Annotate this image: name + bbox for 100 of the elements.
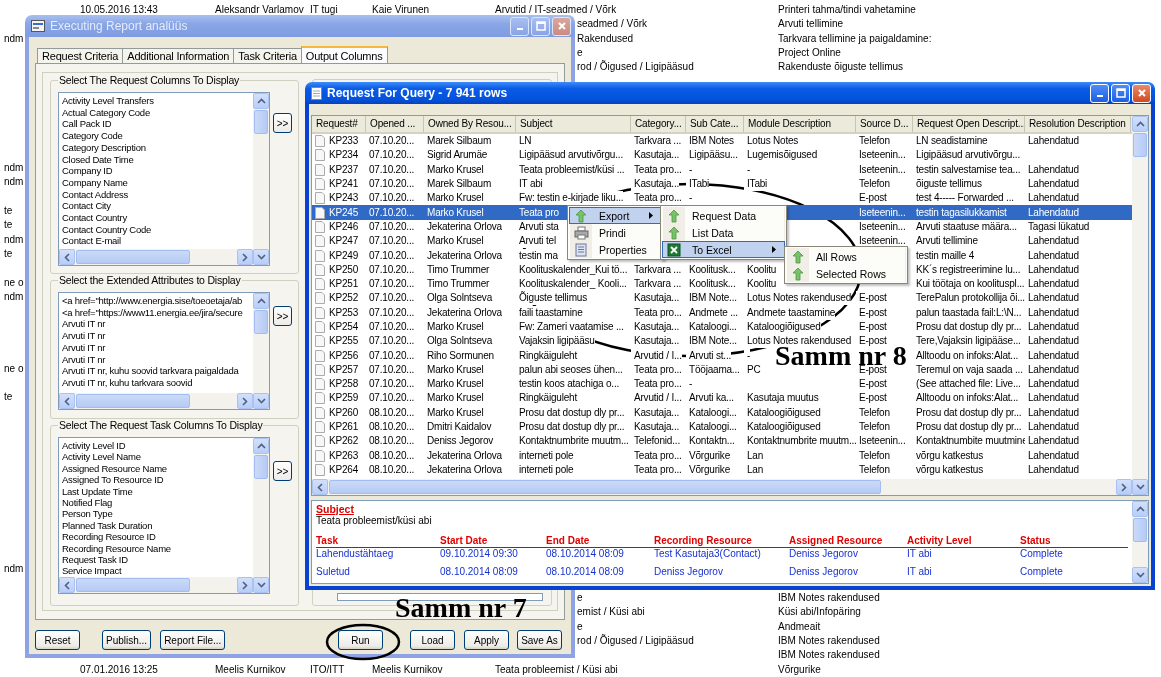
- horizontal-scrollbar[interactable]: [59, 577, 253, 593]
- vertical-scrollbar[interactable]: [1132, 501, 1148, 583]
- dialog-button[interactable]: Load: [410, 630, 455, 650]
- tab[interactable]: Request Criteria: [37, 48, 124, 63]
- horizontal-scrollbar[interactable]: [312, 479, 1132, 495]
- list-item[interactable]: Category Code: [62, 130, 250, 142]
- dialog-button[interactable]: Apply: [464, 630, 509, 650]
- list-item[interactable]: Person Type: [62, 508, 250, 520]
- menu-item[interactable]: All Rows: [786, 248, 906, 265]
- tab[interactable]: Output Columns: [300, 46, 388, 63]
- scrollbar-thumb[interactable]: [1133, 133, 1147, 157]
- table-cell: Kataloogi...: [686, 420, 737, 435]
- menu-item[interactable]: To Excel: [662, 241, 785, 258]
- vertical-scrollbar[interactable]: [253, 293, 269, 409]
- horizontal-scrollbar[interactable]: [59, 393, 253, 409]
- list-item[interactable]: Contact E-mail: [62, 235, 250, 248]
- list-item[interactable]: Notified Flag: [62, 497, 250, 509]
- scrollbar-thumb[interactable]: [254, 310, 268, 334]
- scrollbar-thumb[interactable]: [254, 110, 268, 134]
- list-item[interactable]: Call Pack ID: [62, 118, 250, 131]
- scrollbar-thumb[interactable]: [76, 250, 190, 264]
- list-item[interactable]: Contact City: [62, 200, 250, 213]
- list-item[interactable]: Assigned Resource Name: [62, 462, 250, 475]
- dialog-button[interactable]: Run: [338, 630, 383, 650]
- column-header[interactable]: Request Open Descript...: [913, 116, 1025, 132]
- list-item[interactable]: Arvuti IT nr: [62, 341, 250, 354]
- scrollbar-thumb[interactable]: [329, 480, 882, 494]
- table-cell: testin ma: [516, 248, 558, 263]
- horizontal-scrollbar[interactable]: [59, 249, 253, 265]
- list-text: ne o: [4, 275, 24, 290]
- list-item[interactable]: <a href="http://www.energia.sise/toeoetaja/ab: [62, 295, 250, 307]
- menu-item[interactable]: Export: [569, 207, 662, 224]
- dialog-button[interactable]: Report File...: [160, 630, 226, 650]
- list-text: 07.01.2016 13:25: [80, 662, 158, 677]
- list-item[interactable]: Contact Country Code: [62, 223, 250, 236]
- table-cell: E-post: [856, 320, 887, 334]
- vertical-scrollbar[interactable]: [1132, 116, 1148, 495]
- list-item[interactable]: Last Update Time: [62, 485, 250, 498]
- list-item[interactable]: Arvuti IT nr, kuhu soovid tarkvara paigaldada: [62, 365, 250, 377]
- list-item[interactable]: Assigned To Resource ID: [62, 474, 250, 486]
- list-item[interactable]: Request Task ID: [62, 554, 250, 566]
- menu-label: Selected Rows: [815, 267, 888, 280]
- list-box[interactable]: [58, 92, 270, 266]
- add-button[interactable]: >>: [273, 306, 292, 326]
- column-header[interactable]: Subject: [516, 116, 631, 132]
- vertical-scrollbar[interactable]: [253, 93, 269, 265]
- list-item[interactable]: Recording Resource ID: [62, 531, 250, 543]
- list-item[interactable]: Activity Level ID: [62, 440, 250, 452]
- column-header[interactable]: Resolution Description: [1025, 116, 1131, 132]
- list-item[interactable]: Actual Category Code: [62, 106, 250, 119]
- scrollbar-thumb[interactable]: [76, 578, 190, 592]
- column-header[interactable]: Opened ...: [366, 116, 424, 132]
- list-item[interactable]: Contact Address: [62, 188, 250, 201]
- list-item[interactable]: Activity Level Transfers: [62, 95, 250, 107]
- column-header[interactable]: Category...: [631, 116, 686, 132]
- list-item[interactable]: <a href="https://www11.energia.ee/jira/secure: [62, 306, 250, 319]
- list-item[interactable]: Service Impact: [62, 565, 250, 577]
- column-header[interactable]: Source D...: [856, 116, 913, 132]
- scrollbar-thumb[interactable]: [254, 455, 268, 479]
- table-cell: Lotus Notes rakendused: [744, 291, 851, 306]
- list-item[interactable]: Closed Date Time: [62, 153, 250, 166]
- list-item[interactable]: Contact Country: [62, 212, 250, 224]
- scroll-up-icon: [256, 443, 266, 449]
- list-item[interactable]: Arvuti IT nr: [62, 318, 250, 331]
- list-item[interactable]: Arvuti IT nr, kuhu tarkvara soovid: [62, 376, 250, 389]
- column-header[interactable]: Request#: [312, 116, 366, 132]
- list-item[interactable]: Arvuti IT nr: [62, 353, 250, 366]
- add-button[interactable]: >>: [273, 113, 292, 133]
- list-item[interactable]: Company ID: [62, 165, 250, 177]
- column-header[interactable]: Owned By Resou...: [424, 116, 516, 132]
- table-cell-text: KP245: [328, 205, 359, 220]
- list-box[interactable]: [58, 437, 270, 594]
- vertical-scrollbar[interactable]: [253, 438, 269, 593]
- menu-item[interactable]: Selected Rows: [786, 265, 906, 282]
- table-cell: palun taastada fail:L:\N...: [913, 305, 1022, 320]
- add-button[interactable]: >>: [273, 461, 292, 481]
- task-cell: Complete: [1020, 566, 1063, 578]
- tab[interactable]: Additional Information: [122, 48, 235, 63]
- dialog-button[interactable]: Reset: [35, 630, 80, 650]
- column-header[interactable]: Sub Cate...: [686, 116, 744, 132]
- list-box[interactable]: [337, 593, 543, 601]
- menu-label: To Excel: [691, 243, 733, 256]
- menu-item[interactable]: List Data: [662, 224, 785, 241]
- list-item[interactable]: Arvuti IT nr: [62, 330, 250, 342]
- list-text: rod / Õigused / Ligipääsud: [577, 634, 694, 649]
- tab[interactable]: Task Criteria: [233, 48, 302, 63]
- task-cell: Complete: [1020, 548, 1063, 560]
- list-item[interactable]: Recording Resource Name: [62, 542, 250, 555]
- scrollbar-thumb[interactable]: [76, 394, 190, 408]
- column-header[interactable]: Module Description: [744, 116, 856, 132]
- list-box[interactable]: [58, 292, 270, 410]
- dialog-button[interactable]: Publish...: [102, 630, 152, 650]
- list-item[interactable]: Company Name: [62, 176, 250, 189]
- scrollbar-thumb[interactable]: [1133, 518, 1147, 542]
- list-item[interactable]: Category Description: [62, 141, 250, 154]
- table-cell: Ligipääsud arvutivõrgu...: [913, 148, 1020, 163]
- dialog-button[interactable]: Save As: [517, 630, 562, 650]
- list-item[interactable]: Activity Level Name: [62, 451, 250, 463]
- list-item[interactable]: Planned Task Duration: [62, 519, 250, 532]
- menu-item[interactable]: Request Data: [662, 207, 785, 224]
